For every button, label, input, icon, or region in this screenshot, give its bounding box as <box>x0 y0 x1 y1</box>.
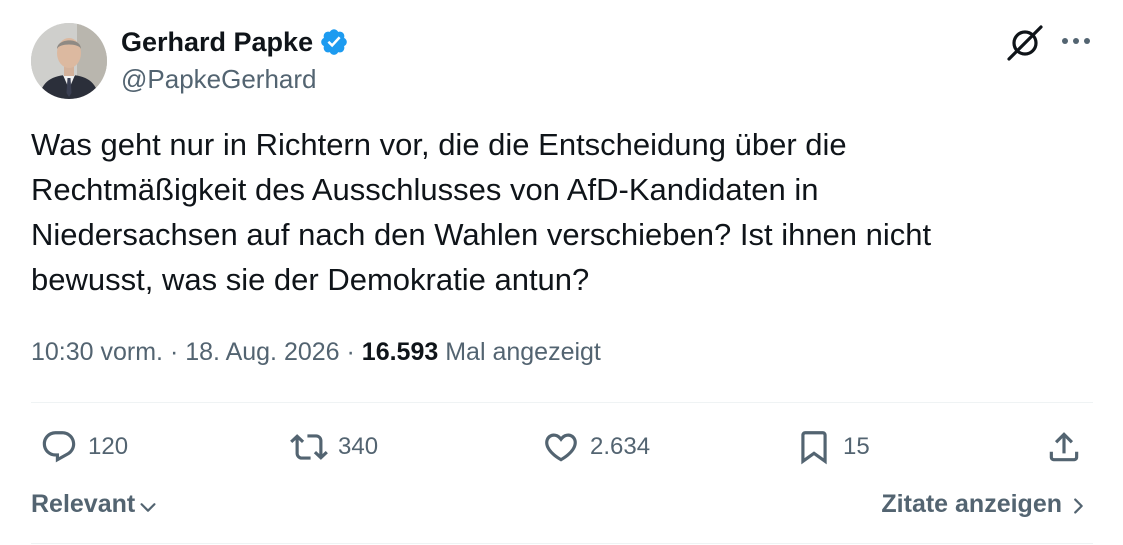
meta-separator: · <box>169 338 179 366</box>
avatar-portrait <box>31 23 107 99</box>
author-name[interactable]: Gerhard Papke <box>121 24 313 60</box>
tweet-meta: 10:30 vorm. · 18. Aug. 2026 · 16.593 Mal… <box>31 334 601 370</box>
repost-button[interactable]: 340 <box>290 425 378 469</box>
repost-icon <box>290 434 328 460</box>
divider <box>31 402 1093 403</box>
like-button[interactable]: 2.634 <box>542 425 650 469</box>
reply-count: 120 <box>88 433 129 460</box>
reply-button[interactable]: 120 <box>40 425 128 469</box>
tweet-date[interactable]: 18. Aug. 2026 <box>185 338 339 366</box>
share-icon <box>1049 432 1079 462</box>
tweet-text: Was geht nur in Richtern vor, die die En… <box>31 127 932 297</box>
sort-label: Relevant <box>31 490 136 518</box>
views-count: 16.593 <box>361 338 439 366</box>
bookmark-icon <box>801 431 827 465</box>
meta-separator: · <box>346 338 355 366</box>
bookmark-count: 15 <box>843 433 870 460</box>
share-button[interactable] <box>1045 425 1083 469</box>
author-name-row[interactable]: Gerhard Papke <box>121 24 349 60</box>
author-handle[interactable]: @PapkeGerhard <box>121 62 317 96</box>
quotes-label: Zitate anzeigen <box>881 490 1062 518</box>
like-icon <box>545 433 577 462</box>
chevron-right-icon <box>1074 498 1083 514</box>
divider <box>31 543 1093 544</box>
view-quotes-link[interactable]: Zitate anzeigen <box>881 490 1088 519</box>
sort-replies-dropdown[interactable]: Relevant <box>31 490 159 519</box>
tweet-time[interactable]: 10:30 vorm. <box>31 338 163 366</box>
grok-icon[interactable] <box>1006 24 1044 62</box>
views-label: Mal angezeigt <box>445 338 601 366</box>
repost-count: 340 <box>338 433 379 460</box>
avatar[interactable] <box>31 23 107 99</box>
more-icon[interactable] <box>1060 30 1092 52</box>
reply-icon <box>42 431 76 463</box>
like-count: 2.634 <box>590 433 651 460</box>
bookmark-button[interactable]: 15 <box>795 425 870 469</box>
chevron-down-icon <box>140 502 156 512</box>
verified-badge-icon <box>321 29 347 55</box>
